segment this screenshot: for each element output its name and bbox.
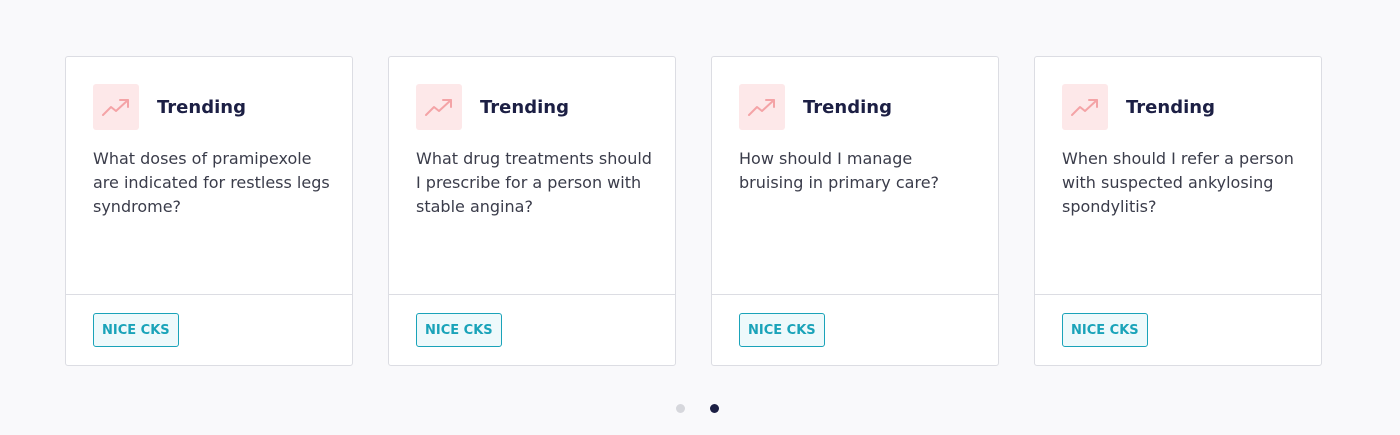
- card-divider: [389, 294, 675, 295]
- card-header: Trending: [416, 84, 569, 130]
- card-label: Trending: [1126, 96, 1215, 118]
- pagination-dot-2[interactable]: [710, 404, 719, 413]
- trending-card[interactable]: Trending When should I refer a person wi…: [1034, 56, 1322, 366]
- card-question: When should I refer a person with suspec…: [1062, 149, 1294, 216]
- source-badge[interactable]: NICE CKS: [1062, 313, 1148, 347]
- card-question: How should I manage bruising in primary …: [739, 149, 940, 192]
- card-label: Trending: [803, 96, 892, 118]
- source-badge[interactable]: NICE CKS: [739, 313, 825, 347]
- card-label: Trending: [157, 96, 246, 118]
- carousel-pagination: [676, 404, 719, 413]
- trending-up-icon: [93, 84, 139, 130]
- trending-card[interactable]: Trending What drug treatments should I p…: [388, 56, 676, 366]
- card-header: Trending: [93, 84, 246, 130]
- trending-up-icon: [416, 84, 462, 130]
- card-question: What drug treatments should I prescribe …: [416, 149, 652, 216]
- source-badge[interactable]: NICE CKS: [93, 313, 179, 347]
- trending-up-icon: [1062, 84, 1108, 130]
- card-question: What doses of pramipexole are indicated …: [93, 149, 330, 216]
- pagination-dot-1[interactable]: [676, 404, 685, 413]
- trending-card[interactable]: Trending What doses of pramipexole are i…: [65, 56, 353, 366]
- card-divider: [1035, 294, 1321, 295]
- card-header: Trending: [739, 84, 892, 130]
- card-label: Trending: [480, 96, 569, 118]
- card-divider: [712, 294, 998, 295]
- trending-up-icon: [739, 84, 785, 130]
- card-divider: [66, 294, 352, 295]
- card-header: Trending: [1062, 84, 1215, 130]
- source-badge[interactable]: NICE CKS: [416, 313, 502, 347]
- trending-cards-carousel: Trending What doses of pramipexole are i…: [65, 56, 1322, 366]
- trending-card[interactable]: Trending How should I manage bruising in…: [711, 56, 999, 366]
